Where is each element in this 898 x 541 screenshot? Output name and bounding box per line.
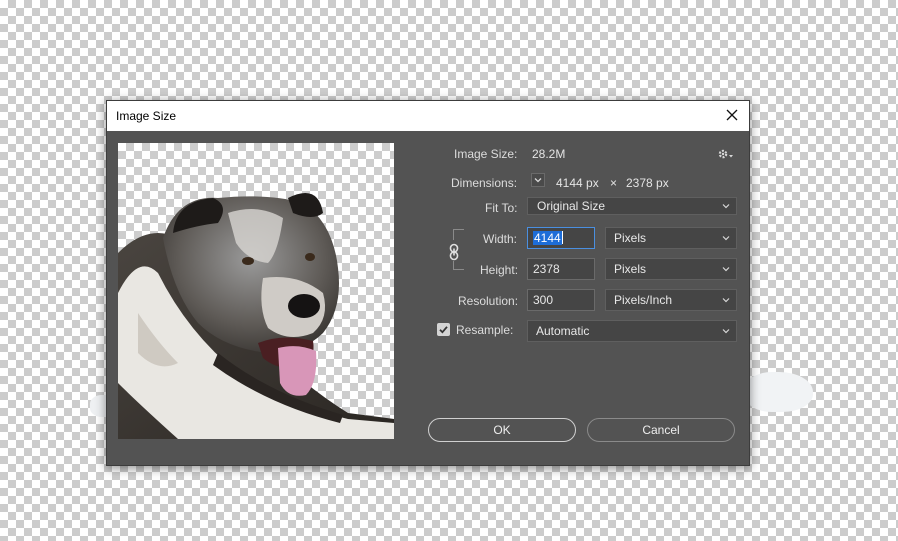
close-icon bbox=[726, 109, 738, 121]
width-unit-dropdown[interactable]: Pixels bbox=[605, 227, 737, 249]
canvas-image-fragment bbox=[745, 372, 813, 412]
image-preview[interactable] bbox=[118, 143, 394, 439]
image-size-label: Image Size: bbox=[454, 147, 518, 161]
constrain-bracket-top bbox=[453, 229, 464, 240]
resolution-label: Resolution: bbox=[458, 294, 519, 308]
resolution-value: 300 bbox=[533, 293, 554, 307]
dog-preview-image bbox=[118, 193, 394, 439]
resample-method-dropdown[interactable]: Automatic bbox=[527, 320, 737, 342]
settings-button[interactable] bbox=[717, 147, 735, 161]
height-value: 2378 bbox=[533, 262, 560, 276]
resolution-input[interactable]: 300 bbox=[527, 289, 595, 311]
width-input[interactable]: 4144 bbox=[527, 227, 595, 249]
height-unit-dropdown[interactable]: Pixels bbox=[605, 258, 737, 280]
constrain-proportions-toggle[interactable] bbox=[447, 243, 461, 261]
chevron-down-icon bbox=[722, 204, 730, 209]
dimensions-times: × bbox=[610, 176, 618, 190]
dimensions-height: 2378 px bbox=[626, 176, 669, 190]
dialog-titlebar: Image Size bbox=[107, 101, 749, 131]
fit-to-label: Fit To: bbox=[485, 201, 518, 215]
width-unit: Pixels bbox=[614, 231, 647, 245]
image-size-dialog: Image Size Image Size: 28.2M Dimensions:… bbox=[106, 100, 750, 466]
text-caret bbox=[561, 231, 563, 244]
width-value: 4144 bbox=[533, 231, 562, 245]
width-label: Width: bbox=[483, 232, 518, 246]
chevron-down-icon bbox=[722, 298, 730, 303]
dialog-title: Image Size bbox=[116, 109, 177, 123]
resample-label: Resample: bbox=[456, 323, 514, 337]
dimensions-label: Dimensions: bbox=[451, 176, 518, 190]
checkmark-icon bbox=[439, 326, 448, 334]
chevron-down-icon bbox=[722, 267, 730, 272]
cancel-button[interactable]: Cancel bbox=[587, 418, 735, 442]
gear-icon bbox=[718, 149, 733, 159]
chain-link-icon bbox=[449, 243, 459, 261]
image-size-value: 28.2M bbox=[532, 147, 566, 161]
dimensions-width: 4144 px bbox=[556, 176, 599, 190]
close-button[interactable] bbox=[723, 106, 741, 124]
height-label: Height: bbox=[480, 263, 519, 277]
chevron-down-icon bbox=[722, 329, 730, 334]
dimensions-units-toggle[interactable] bbox=[531, 173, 545, 187]
chevron-down-icon bbox=[534, 178, 542, 183]
height-input[interactable]: 2378 bbox=[527, 258, 595, 280]
resolution-unit-dropdown[interactable]: Pixels/Inch bbox=[605, 289, 737, 311]
fit-to-dropdown[interactable]: Original Size bbox=[527, 197, 737, 215]
chevron-down-icon bbox=[722, 236, 730, 241]
height-unit: Pixels bbox=[614, 262, 647, 276]
fit-to-value: Original Size bbox=[537, 199, 606, 213]
resolution-unit: Pixels/Inch bbox=[614, 293, 673, 307]
ok-button[interactable]: OK bbox=[428, 418, 576, 442]
resample-method: Automatic bbox=[536, 324, 590, 338]
resample-checkbox[interactable] bbox=[437, 323, 450, 336]
